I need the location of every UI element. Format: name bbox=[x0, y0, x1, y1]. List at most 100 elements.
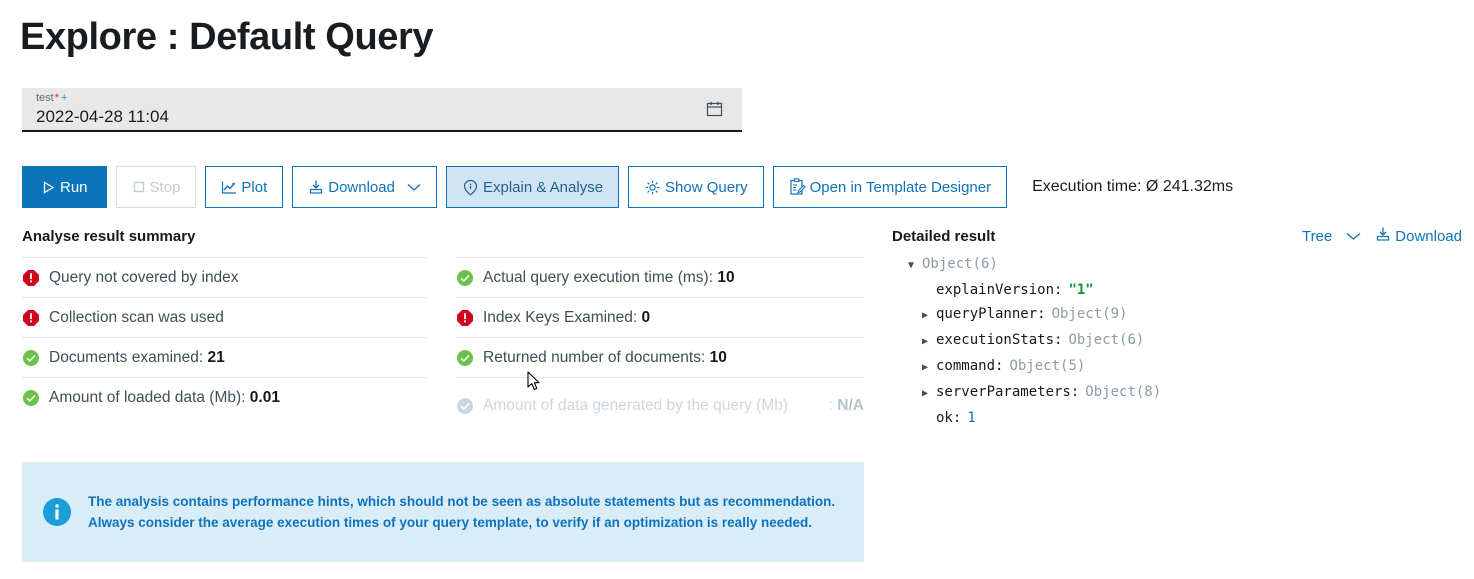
summary-row: Index Keys Examined: 0 bbox=[456, 297, 864, 337]
date-range-field[interactable]: test*+ 2022-04-28 11:04 bbox=[22, 88, 742, 132]
json-tree-row: explainVersion: "1" bbox=[908, 278, 1161, 302]
chevron-down-icon bbox=[1346, 228, 1361, 245]
json-value: Object(5) bbox=[1009, 354, 1085, 378]
check-icon bbox=[456, 269, 474, 287]
json-key: queryPlanner: bbox=[936, 302, 1046, 326]
json-value: "1" bbox=[1068, 278, 1093, 302]
summary-row-label: Amount of loaded data (Mb): 0.01 bbox=[49, 387, 280, 408]
json-value: Object(9) bbox=[1052, 302, 1128, 326]
info-banner-text: The analysis contains performance hints,… bbox=[88, 491, 850, 533]
json-key: explainVersion: bbox=[936, 278, 1062, 302]
json-tree-row: ok: 1 bbox=[908, 406, 1161, 430]
download-button[interactable]: Download bbox=[292, 166, 437, 208]
show-query-button[interactable]: Show Query bbox=[628, 166, 764, 208]
caret-right-icon[interactable] bbox=[922, 356, 936, 380]
info-circle-icon bbox=[462, 179, 479, 196]
show-query-button-label: Show Query bbox=[665, 179, 748, 196]
plot-button[interactable]: Plot bbox=[205, 166, 283, 208]
stop-button[interactable]: Stop bbox=[116, 166, 197, 208]
summary-row: Actual query execution time (ms): 10 bbox=[456, 257, 864, 297]
summary-row-label: Returned number of documents: 10 bbox=[483, 347, 727, 368]
json-value: 1 bbox=[967, 406, 975, 430]
json-tree-row[interactable]: Object(6) bbox=[908, 252, 1161, 278]
caret-right-icon[interactable] bbox=[922, 304, 936, 328]
download-icon bbox=[308, 179, 324, 195]
date-field-label: test*+ bbox=[36, 92, 732, 105]
summary-row-value: 0 bbox=[642, 309, 651, 326]
explain-analyse-button-label: Explain & Analyse bbox=[483, 179, 603, 196]
run-button-label: Run bbox=[60, 179, 88, 196]
view-mode-label: Tree bbox=[1302, 228, 1332, 245]
summary-column-left: Query not covered by index Collection sc… bbox=[22, 257, 428, 417]
query-toolbar: Run Stop Plot bbox=[22, 166, 1233, 208]
summary-row-value: 10 bbox=[710, 349, 727, 366]
json-key: command: bbox=[936, 354, 1003, 378]
required-marker: * bbox=[55, 92, 59, 104]
stop-button-label: Stop bbox=[150, 179, 181, 196]
json-tree-row[interactable]: queryPlanner: Object(9) bbox=[908, 302, 1161, 328]
play-icon bbox=[41, 180, 56, 195]
gear-icon bbox=[644, 179, 661, 196]
json-key: ok: bbox=[936, 406, 961, 430]
summary-row-label: Collection scan was used bbox=[49, 307, 224, 328]
summary-column-right: Actual query execution time (ms): 10 Ind… bbox=[456, 257, 864, 433]
summary-row: Documents examined: 21 bbox=[22, 337, 428, 377]
summary-row-label: Amount of data generated by the query (M… bbox=[483, 395, 823, 416]
detailed-result-download-button[interactable]: Download bbox=[1375, 226, 1462, 246]
check-icon-disabled bbox=[456, 397, 474, 415]
summary-row-value: 21 bbox=[208, 349, 225, 366]
chevron-down-icon[interactable] bbox=[407, 183, 421, 192]
summary-row: Collection scan was used bbox=[22, 297, 428, 337]
plot-button-label: Plot bbox=[241, 179, 267, 196]
check-icon bbox=[22, 349, 40, 367]
json-root-label: Object(6) bbox=[922, 252, 998, 276]
summary-row-label: Actual query execution time (ms): 10 bbox=[483, 267, 735, 288]
download-icon bbox=[1375, 226, 1391, 246]
download-button-label: Download bbox=[328, 179, 395, 196]
json-key: executionStats: bbox=[936, 328, 1062, 352]
date-field-label-text: test bbox=[36, 92, 54, 104]
json-tree-row[interactable]: command: Object(5) bbox=[908, 354, 1161, 380]
summary-row-label: Documents examined: 21 bbox=[49, 347, 225, 368]
caret-down-icon[interactable] bbox=[908, 254, 922, 278]
check-icon bbox=[22, 389, 40, 407]
summary-row: Returned number of documents: 10 bbox=[456, 337, 864, 377]
summary-row-value: 0.01 bbox=[250, 389, 280, 406]
summary-row-label: Query not covered by index bbox=[49, 267, 239, 288]
json-tree-row[interactable]: serverParameters: Object(8) bbox=[908, 380, 1161, 406]
explore-page: Explore : Default Query test*+ 2022-04-2… bbox=[0, 0, 1474, 579]
info-banner: The analysis contains performance hints,… bbox=[22, 462, 864, 562]
error-icon bbox=[22, 309, 40, 327]
line-chart-icon bbox=[221, 180, 237, 195]
calendar-icon[interactable] bbox=[705, 100, 724, 119]
check-icon bbox=[456, 349, 474, 367]
page-title: Explore : Default Query bbox=[20, 16, 433, 59]
caret-right-icon[interactable] bbox=[922, 382, 936, 406]
detailed-result-title: Detailed result bbox=[892, 228, 995, 245]
json-tree-row[interactable]: executionStats: Object(6) bbox=[908, 328, 1161, 354]
info-icon bbox=[42, 497, 72, 527]
summary-row-label: Index Keys Examined: 0 bbox=[483, 307, 650, 328]
view-mode-select[interactable]: Tree bbox=[1302, 228, 1361, 245]
detailed-result-download-label: Download bbox=[1395, 228, 1462, 245]
error-icon bbox=[22, 269, 40, 287]
summary-row-value: 10 bbox=[717, 269, 734, 286]
summary-row-value: : N/A bbox=[829, 397, 864, 415]
summary-row: Query not covered by index bbox=[22, 257, 428, 297]
date-field-value[interactable]: 2022-04-28 11:04 bbox=[36, 106, 732, 128]
summary-row-disabled: Amount of data generated by the query (M… bbox=[456, 377, 864, 433]
open-template-designer-button[interactable]: Open in Template Designer bbox=[773, 166, 1008, 208]
clipboard-pencil-icon bbox=[789, 178, 806, 196]
json-tree: Object(6) explainVersion: "1" queryPlann… bbox=[908, 252, 1161, 430]
run-button[interactable]: Run bbox=[22, 166, 107, 208]
error-icon bbox=[456, 309, 474, 327]
summary-row: Amount of loaded data (Mb): 0.01 bbox=[22, 377, 428, 417]
json-value: Object(6) bbox=[1068, 328, 1144, 352]
caret-right-icon[interactable] bbox=[922, 330, 936, 354]
json-key: serverParameters: bbox=[936, 380, 1079, 404]
execution-time-text: Execution time: Ø 241.32ms bbox=[1032, 178, 1233, 196]
detailed-result-actions: Tree Download bbox=[1302, 226, 1462, 246]
explain-analyse-button[interactable]: Explain & Analyse bbox=[446, 166, 619, 208]
plus-marker: + bbox=[61, 92, 67, 104]
analyse-summary-title: Analyse result summary bbox=[22, 228, 195, 245]
